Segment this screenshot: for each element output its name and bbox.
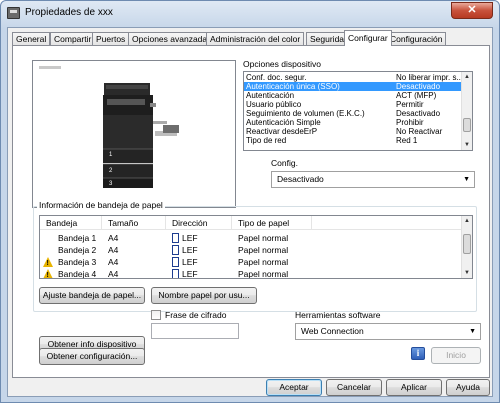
tab-opciones-avanzadas[interactable]: Opciones avanzadas: [128, 32, 216, 46]
page-orientation-icon: [172, 257, 179, 267]
device-option-row[interactable]: Conf. doc. segur. No liberar impr. s...: [244, 73, 463, 82]
device-options-scrollbar[interactable]: ▲ ▼: [461, 72, 472, 150]
config-select[interactable]: Desactivado ▼: [271, 171, 475, 188]
tab-administracion-color[interactable]: Administración del color: [206, 32, 305, 46]
paper-tray-scrollbar[interactable]: ▲ ▼: [461, 216, 472, 278]
device-preview: 1 2 3: [32, 60, 236, 208]
scroll-down-icon[interactable]: ▼: [462, 140, 472, 150]
preview-caption-placeholder: [39, 66, 61, 69]
info-icon[interactable]: i: [411, 347, 425, 360]
title-bar[interactable]: Propiedades de xxx ✕: [1, 1, 499, 27]
printer-icon: [7, 7, 20, 19]
paper-tray-table[interactable]: Bandeja Tamaño Dirección Tipo de papel B…: [39, 215, 473, 279]
chevron-down-icon: ▼: [463, 176, 470, 183]
software-tools-label: Herramientas software: [295, 310, 381, 320]
printer-illustration: 1 2 3: [103, 83, 179, 188]
get-configuration-button[interactable]: Obtener configuración...: [39, 348, 145, 365]
tab-compartir[interactable]: Compartir: [50, 32, 96, 46]
tab-configuracion[interactable]: Configuración: [386, 32, 447, 46]
dialog-client-area: General Compartir Puertos Opciones avanz…: [7, 27, 493, 397]
page-orientation-icon: [172, 245, 179, 255]
header-tipo-papel[interactable]: Tipo de papel: [232, 216, 312, 230]
chevron-down-icon: ▼: [469, 328, 476, 335]
start-button[interactable]: Inicio: [431, 347, 481, 364]
warning-icon: [43, 257, 53, 270]
scroll-up-icon[interactable]: ▲: [462, 216, 472, 226]
warning-icon: [43, 269, 53, 278]
properties-window: Propiedades de xxx ✕ General Compartir P…: [0, 0, 500, 403]
device-option-row[interactable]: Autenticación Simple Prohibir: [244, 118, 463, 127]
scroll-up-icon[interactable]: ▲: [462, 72, 472, 82]
header-bandeja[interactable]: Bandeja: [40, 216, 102, 230]
apply-button[interactable]: Aplicar: [386, 379, 442, 396]
help-button[interactable]: Ayuda: [446, 379, 490, 396]
page-orientation-icon: [172, 233, 179, 243]
config-label: Config.: [271, 158, 298, 168]
header-tamano[interactable]: Tamaño: [102, 216, 166, 230]
device-options-label: Opciones dispositivo: [243, 59, 321, 69]
device-option-row-selected[interactable]: Autenticación única (SSO) Desactivado: [244, 82, 463, 91]
device-option-row[interactable]: Autenticación ACT (MFP): [244, 91, 463, 100]
scroll-thumb[interactable]: [463, 118, 471, 132]
tab-general[interactable]: General: [12, 32, 51, 46]
paper-tray-headers: Bandeja Tamaño Dirección Tipo de papel: [40, 216, 463, 230]
window-title: Propiedades de xxx: [25, 7, 113, 18]
paper-tray-title: Información de bandeja de papel: [37, 200, 165, 210]
scroll-thumb[interactable]: [463, 234, 471, 254]
device-option-row[interactable]: Tipo de red Red 1: [244, 136, 463, 145]
table-row[interactable]: Bandeja 3 A4 LEF Papel normal: [40, 256, 463, 270]
paper-name-button[interactable]: Nombre papel por usu...: [151, 287, 257, 304]
tab-puertos[interactable]: Puertos: [92, 32, 130, 46]
table-row[interactable]: Bandeja 2 A4 LEF Papel normal: [40, 244, 463, 256]
device-option-row[interactable]: Seguimiento de volumen (E.K.C.) Desactiv…: [244, 109, 463, 118]
table-row[interactable]: Bandeja 1 A4 LEF Papel normal: [40, 232, 463, 244]
passphrase-input[interactable]: [151, 323, 239, 339]
page-orientation-icon: [172, 269, 179, 278]
software-tools-value: Web Connection: [301, 326, 364, 336]
accept-button[interactable]: Aceptar: [266, 379, 322, 396]
passphrase-checkbox[interactable]: [151, 310, 161, 320]
cancel-button[interactable]: Cancelar: [326, 379, 382, 396]
device-option-row[interactable]: Usuario público Permitir: [244, 100, 463, 109]
scroll-down-icon[interactable]: ▼: [462, 268, 472, 278]
close-button[interactable]: ✕: [451, 2, 493, 19]
device-option-row[interactable]: Reactivar desdeErP No Reactivar: [244, 127, 463, 136]
passphrase-label: Frase de cifrado: [165, 310, 227, 320]
tray-settings-button[interactable]: Ajuste bandeja de papel...: [39, 287, 145, 304]
header-direccion[interactable]: Dirección: [166, 216, 232, 230]
tab-configurar[interactable]: Configurar: [344, 30, 392, 46]
device-options-list[interactable]: Conf. doc. segur. No liberar impr. s... …: [243, 71, 473, 151]
table-row[interactable]: Bandeja 4 A4 LEF Papel normal: [40, 268, 463, 278]
configurar-panel: 1 2 3 Opciones dispositivo Conf. doc. se…: [12, 45, 490, 378]
config-select-value: Desactivado: [277, 174, 324, 184]
software-tools-select[interactable]: Web Connection ▼: [295, 323, 481, 340]
